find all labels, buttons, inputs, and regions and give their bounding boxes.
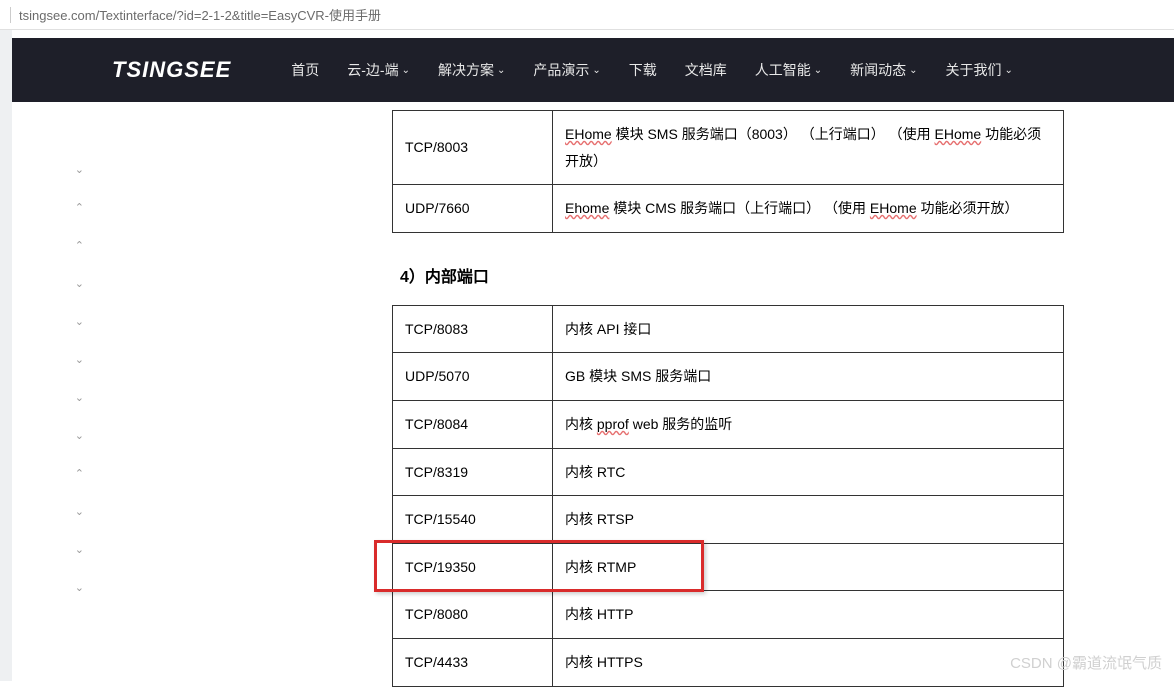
table-row: TCP/15540内核 RTSP: [393, 496, 1064, 544]
nav-item[interactable]: 产品演示⌄: [533, 60, 600, 80]
chevron-up-icon: ⌃: [75, 467, 84, 480]
port-cell: TCP/8003: [393, 111, 553, 185]
nav-item-label: 产品演示: [533, 60, 589, 80]
table-row: TCP/19350内核 RTMP: [393, 543, 1064, 591]
desc-cell: 内核 RTC: [553, 448, 1064, 496]
external-port-table: TCP/8003EHome 模块 SMS 服务端口（8003） （上行端口） （…: [392, 110, 1064, 233]
desc-cell: Ehome 模块 CMS 服务端口（上行端口） （使用 EHome 功能必须开放…: [553, 185, 1064, 233]
chevron-down-icon: ⌄: [75, 315, 84, 328]
chevron-down-icon: ⌄: [75, 277, 84, 290]
nav-item[interactable]: 新闻动态⌄: [850, 60, 917, 80]
port-cell: TCP/15540: [393, 496, 553, 544]
chevron-down-icon: ⌄: [75, 163, 84, 176]
logo[interactable]: TSINGSEE: [112, 57, 231, 83]
sidebar-item[interactable]: ⌄: [12, 378, 102, 416]
table-row: TCP/8319内核 RTC: [393, 448, 1064, 496]
sidebar-item[interactable]: ⌃: [12, 226, 102, 264]
table-row: UDP/7660Ehome 模块 CMS 服务端口（上行端口） （使用 EHom…: [393, 185, 1064, 233]
chevron-down-icon: ⌄: [75, 391, 84, 404]
nav-item[interactable]: 云-边-端 ⌄: [347, 60, 410, 80]
chevron-down-icon: ⌄: [814, 65, 822, 76]
internal-port-table: TCP/8083内核 API 接口UDP/5070GB 模块 SMS 服务端口T…: [392, 305, 1064, 687]
browser-url-bar[interactable]: tsingsee.com/Textinterface/?id=2-1-2&tit…: [0, 0, 1174, 30]
page-gutter: [0, 30, 12, 681]
port-cell: UDP/7660: [393, 185, 553, 233]
chevron-down-icon: ⌄: [75, 505, 84, 518]
chevron-down-icon: ⌄: [909, 65, 917, 76]
sidebar-item[interactable]: ⌄: [12, 302, 102, 340]
nav-item-label: 人工智能: [755, 60, 811, 80]
site-header: TSINGSEE 首页云-边-端⌄解决方案⌄产品演示⌄下载文档库人工智能⌄新闻动…: [12, 38, 1174, 102]
desc-cell: 内核 RTSP: [553, 496, 1064, 544]
sidebar-item[interactable]: ⌄: [12, 568, 102, 606]
nav-menu: 首页云-边-端⌄解决方案⌄产品演示⌄下载文档库人工智能⌄新闻动态⌄关于我们⌄: [291, 60, 1013, 80]
sidebar-item[interactable]: ⌃: [12, 188, 102, 226]
nav-item-label: 文档库: [685, 60, 727, 80]
desc-cell: EHome 模块 SMS 服务端口（8003） （上行端口） （使用 EHome…: [553, 111, 1064, 185]
chevron-down-icon: ⌄: [75, 543, 84, 556]
port-cell: TCP/4433: [393, 638, 553, 686]
sidebar-item[interactable]: ⌃: [12, 454, 102, 492]
nav-item[interactable]: 关于我们⌄: [946, 60, 1013, 80]
nav-item[interactable]: 人工智能⌄: [755, 60, 822, 80]
sidebar-item[interactable]: ⌄: [12, 492, 102, 530]
desc-cell: 内核 RTMP: [553, 543, 1064, 591]
chevron-down-icon: ⌄: [592, 65, 600, 76]
port-cell: TCP/19350: [393, 543, 553, 591]
desc-cell: 内核 HTTPS: [553, 638, 1064, 686]
table-row: TCP/8080内核 HTTP: [393, 591, 1064, 639]
nav-item-label: 新闻动态: [850, 60, 906, 80]
chevron-down-icon: ⌄: [402, 65, 410, 76]
desc-cell: GB 模块 SMS 服务端口: [553, 353, 1064, 401]
nav-item-label: 解决方案: [438, 60, 494, 80]
chevron-down-icon: ⌄: [1005, 65, 1013, 76]
chevron-down-icon: ⌄: [75, 353, 84, 366]
nav-item[interactable]: 首页: [291, 60, 319, 80]
sidebar-item[interactable]: ⌄: [12, 416, 102, 454]
sidebar-item[interactable]: ⌄: [12, 264, 102, 302]
chevron-down-icon: ⌄: [497, 65, 505, 76]
desc-cell: 内核 API 接口: [553, 305, 1064, 353]
port-cell: UDP/5070: [393, 353, 553, 401]
nav-item[interactable]: 解决方案⌄: [438, 60, 505, 80]
port-cell: TCP/8080: [393, 591, 553, 639]
nav-item-label: 云-边-端: [347, 60, 398, 80]
table-row: TCP/8003EHome 模块 SMS 服务端口（8003） （上行端口） （…: [393, 111, 1064, 185]
sidebar-item[interactable]: ⌄: [12, 340, 102, 378]
chevron-down-icon: ⌄: [75, 429, 84, 442]
chevron-down-icon: ⌄: [75, 581, 84, 594]
document-content: TCP/8003EHome 模块 SMS 服务端口（8003） （上行端口） （…: [102, 30, 1174, 681]
desc-cell: 内核 pprof web 服务的监听: [553, 400, 1064, 448]
desc-cell: 内核 HTTP: [553, 591, 1064, 639]
sidebar-item[interactable]: ⌄: [12, 150, 102, 188]
port-cell: TCP/8319: [393, 448, 553, 496]
table-row: TCP/8084内核 pprof web 服务的监听: [393, 400, 1064, 448]
chevron-up-icon: ⌃: [75, 201, 84, 214]
section-heading: 4）内部端口: [400, 263, 1064, 287]
url-text: tsingsee.com/Textinterface/?id=2-1-2&tit…: [19, 5, 381, 24]
table-row: UDP/5070GB 模块 SMS 服务端口: [393, 353, 1064, 401]
nav-item[interactable]: 下载: [629, 60, 657, 80]
port-cell: TCP/8083: [393, 305, 553, 353]
sidebar: ⌄ ⌃ ⌃ ⌄ ⌄ ⌄ ⌄ ⌄ ⌃ ⌄ ⌄ ⌄: [12, 30, 102, 681]
nav-item[interactable]: 文档库: [685, 60, 727, 80]
table-row: TCP/4433内核 HTTPS: [393, 638, 1064, 686]
port-cell: TCP/8084: [393, 400, 553, 448]
nav-item-label: 关于我们: [946, 60, 1002, 80]
table-row: TCP/8083内核 API 接口: [393, 305, 1064, 353]
sidebar-item[interactable]: ⌄: [12, 530, 102, 568]
chevron-up-icon: ⌃: [75, 239, 84, 252]
nav-item-label: 下载: [629, 60, 657, 80]
nav-item-label: 首页: [291, 60, 319, 80]
